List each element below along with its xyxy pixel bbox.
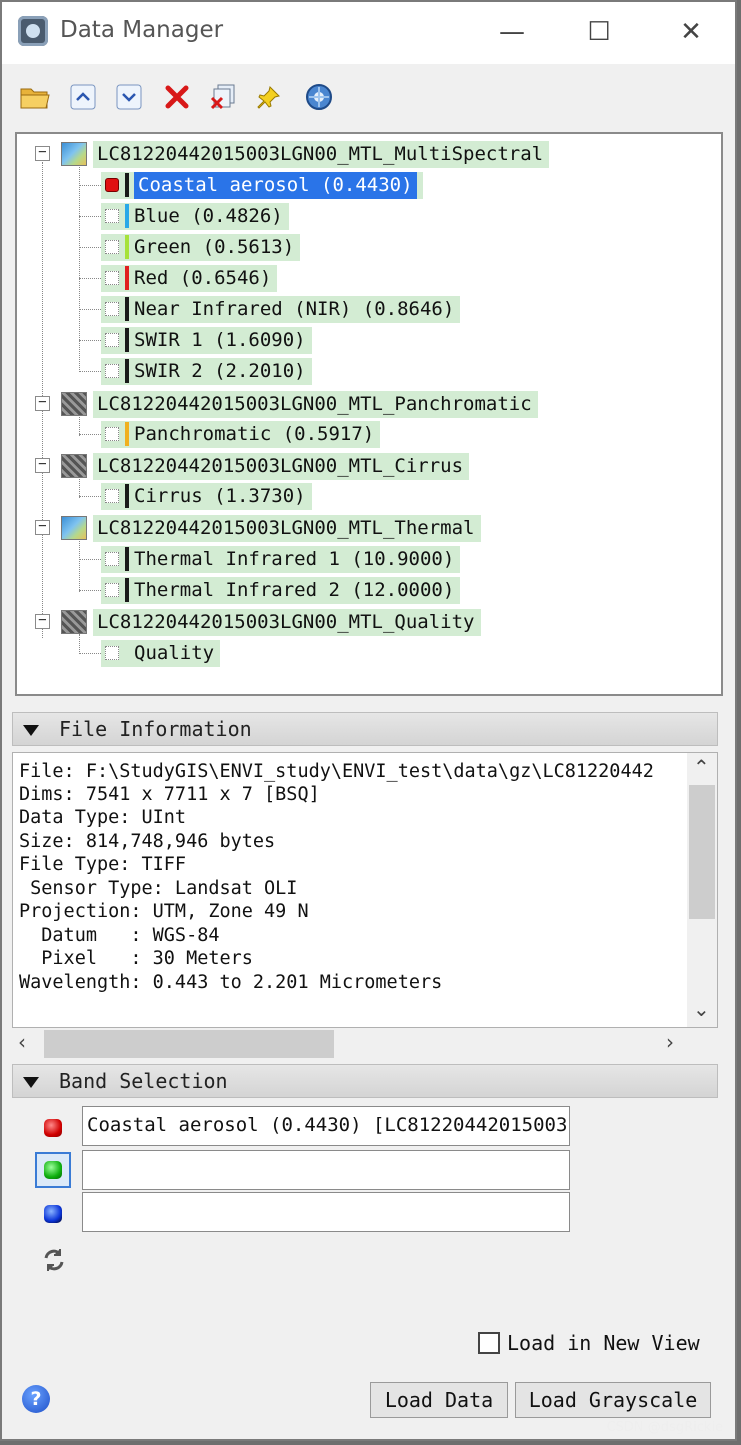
info-line: Pixel : 30 Meters bbox=[19, 948, 253, 969]
band-label: SWIR 2 (2.2010) bbox=[134, 359, 306, 382]
file-name: LC81220442015003LGN00_MTL_Quality bbox=[97, 610, 475, 633]
open-folder-icon[interactable] bbox=[18, 80, 52, 114]
band-item[interactable]: Thermal Infrared 1 (10.9000) bbox=[101, 545, 461, 573]
band-label: Quality bbox=[134, 641, 215, 664]
band-item[interactable]: Quality bbox=[101, 639, 221, 667]
remove-icon[interactable] bbox=[160, 80, 194, 114]
band-item[interactable]: Near Infrared (NIR) (0.8646) bbox=[101, 295, 461, 323]
load-in-new-view-checkbox[interactable] bbox=[478, 1332, 500, 1354]
maximize-button[interactable]: ☐ bbox=[575, 12, 623, 52]
green-channel-icon[interactable] bbox=[44, 1161, 62, 1179]
collapse-toggle[interactable]: − bbox=[35, 613, 50, 629]
file-information-panel: File: F:\StudyGIS\ENVI_study\ENVI_test\d… bbox=[12, 752, 718, 1028]
red-band-field[interactable]: Coastal aerosol (0.4430) [LC812204420150… bbox=[82, 1106, 570, 1146]
collapse-toggle[interactable]: − bbox=[35, 519, 50, 535]
file-node-thermal[interactable]: LC81220442015003LGN00_MTL_Thermal bbox=[61, 514, 481, 542]
file-node-multispectral[interactable]: LC81220442015003LGN00_MTL_MultiSpectral bbox=[61, 140, 550, 168]
band-item[interactable]: SWIR 1 (1.6090) bbox=[101, 326, 312, 354]
file-node-panchromatic[interactable]: LC81220442015003LGN00_MTL_Panchromatic bbox=[61, 390, 538, 418]
move-up-icon[interactable] bbox=[66, 80, 100, 114]
data-tree[interactable]: − LC81220442015003LGN00_MTL_MultiSpectra… bbox=[15, 132, 723, 696]
band-item[interactable]: Blue (0.4826) bbox=[101, 202, 289, 230]
load-grayscale-button[interactable]: Load Grayscale bbox=[515, 1382, 711, 1418]
file-name: LC81220442015003LGN00_MTL_Cirrus bbox=[97, 454, 464, 477]
info-line: Sensor Type: Landsat OLI bbox=[19, 878, 298, 899]
scroll-left-icon[interactable]: ‹ bbox=[18, 1030, 26, 1054]
collapse-triangle-icon bbox=[23, 1077, 39, 1088]
scroll-up-icon[interactable]: ⌃ bbox=[693, 755, 710, 779]
info-line: Data Type: UInt bbox=[19, 807, 187, 828]
red-channel-icon[interactable] bbox=[44, 1119, 62, 1137]
collapse-triangle-icon bbox=[23, 725, 39, 736]
load-in-new-view-label[interactable]: Load in New View bbox=[507, 1331, 700, 1355]
minimize-button[interactable]: — bbox=[488, 12, 536, 52]
pin-icon[interactable] bbox=[252, 80, 286, 114]
band-item[interactable]: Green (0.5613) bbox=[101, 233, 301, 261]
green-band-field[interactable] bbox=[82, 1150, 570, 1190]
move-down-icon[interactable] bbox=[112, 80, 146, 114]
grayscale-raster-icon bbox=[61, 392, 87, 416]
collapse-toggle[interactable]: − bbox=[35, 395, 50, 411]
scrollbar-thumb[interactable] bbox=[44, 1030, 334, 1058]
file-information-header[interactable]: File Information bbox=[12, 712, 718, 746]
red-channel-marker-icon bbox=[105, 178, 119, 192]
info-line: Dims: 7541 x 7711 x 7 [BSQ] bbox=[19, 784, 320, 805]
refresh-icon[interactable] bbox=[40, 1246, 70, 1276]
title-bar: Data Manager — ☐ ✕ bbox=[2, 2, 735, 64]
file-name: LC81220442015003LGN00_MTL_Thermal bbox=[97, 516, 475, 539]
band-label: Cirrus (1.3730) bbox=[134, 484, 306, 507]
scrollbar-thumb[interactable] bbox=[689, 785, 715, 919]
band-label: Panchromatic (0.5917) bbox=[134, 422, 375, 445]
close-all-icon[interactable] bbox=[206, 80, 240, 114]
window-title: Data Manager bbox=[60, 17, 224, 43]
band-item[interactable]: Coastal aerosol (0.4430) bbox=[101, 171, 423, 199]
file-name: LC81220442015003LGN00_MTL_MultiSpectral bbox=[97, 142, 544, 165]
horizontal-scrollbar[interactable]: ‹ › bbox=[12, 1028, 688, 1060]
info-line: File Type: TIFF bbox=[19, 854, 187, 875]
blue-band-field[interactable] bbox=[82, 1192, 570, 1232]
section-title: Band Selection bbox=[59, 1069, 228, 1093]
watermark: CSDN @dsgRickie bbox=[606, 1420, 723, 1435]
info-line: File: F:\StudyGIS\ENVI_study\ENVI_test\d… bbox=[19, 761, 654, 782]
band-label: SWIR 1 (1.6090) bbox=[134, 328, 306, 351]
band-selection-header[interactable]: Band Selection bbox=[12, 1064, 718, 1098]
toolbar bbox=[2, 64, 735, 130]
file-node-cirrus[interactable]: LC81220442015003LGN00_MTL_Cirrus bbox=[61, 452, 470, 480]
band-item[interactable]: Panchromatic (0.5917) bbox=[101, 420, 381, 448]
band-label: Thermal Infrared 2 (12.0000) bbox=[134, 578, 455, 601]
info-line: Projection: UTM, Zone 49 N bbox=[19, 901, 309, 922]
info-line: Datum : WGS-84 bbox=[19, 925, 220, 946]
band-label: Near Infrared (NIR) (0.8646) bbox=[134, 297, 455, 320]
band-label: Green (0.5613) bbox=[134, 235, 295, 258]
scroll-down-icon[interactable]: ⌄ bbox=[693, 997, 710, 1021]
file-name: LC81220442015003LGN00_MTL_Panchromatic bbox=[97, 392, 532, 415]
close-button[interactable]: ✕ bbox=[667, 12, 715, 52]
load-data-button[interactable]: Load Data bbox=[370, 1382, 508, 1418]
info-line: Size: 814,748,946 bytes bbox=[19, 831, 276, 852]
band-label: Coastal aerosol (0.4430) bbox=[134, 171, 417, 199]
file-node-quality[interactable]: LC81220442015003LGN00_MTL_Quality bbox=[61, 608, 481, 636]
band-label: Red (0.6546) bbox=[134, 266, 272, 289]
settings-icon[interactable] bbox=[302, 80, 336, 114]
grayscale-raster-icon bbox=[61, 454, 87, 478]
section-title: File Information bbox=[59, 717, 252, 741]
envi-app-icon bbox=[18, 16, 48, 46]
band-label: Blue (0.4826) bbox=[134, 204, 283, 227]
info-line: Wavelength: 0.443 to 2.201 Micrometers bbox=[19, 972, 443, 993]
band-item[interactable]: Thermal Infrared 2 (12.0000) bbox=[101, 576, 461, 604]
band-item[interactable]: SWIR 2 (2.2010) bbox=[101, 357, 312, 385]
blue-channel-icon[interactable] bbox=[44, 1205, 62, 1223]
help-icon[interactable]: ? bbox=[22, 1385, 50, 1413]
collapse-toggle[interactable]: − bbox=[35, 145, 50, 161]
band-label: Thermal Infrared 1 (10.9000) bbox=[134, 547, 455, 570]
multispectral-icon bbox=[61, 142, 87, 166]
multispectral-icon bbox=[61, 516, 87, 540]
data-manager-window: Data Manager — ☐ ✕ − LC81220442015003LGN… bbox=[0, 0, 737, 1441]
grayscale-raster-icon bbox=[61, 610, 87, 634]
band-item[interactable]: Red (0.6546) bbox=[101, 264, 278, 292]
vertical-scrollbar[interactable]: ⌃ ⌄ bbox=[687, 753, 717, 1027]
scroll-right-icon[interactable]: › bbox=[666, 1030, 674, 1054]
collapse-toggle[interactable]: − bbox=[35, 457, 50, 473]
band-item[interactable]: Cirrus (1.3730) bbox=[101, 482, 312, 510]
